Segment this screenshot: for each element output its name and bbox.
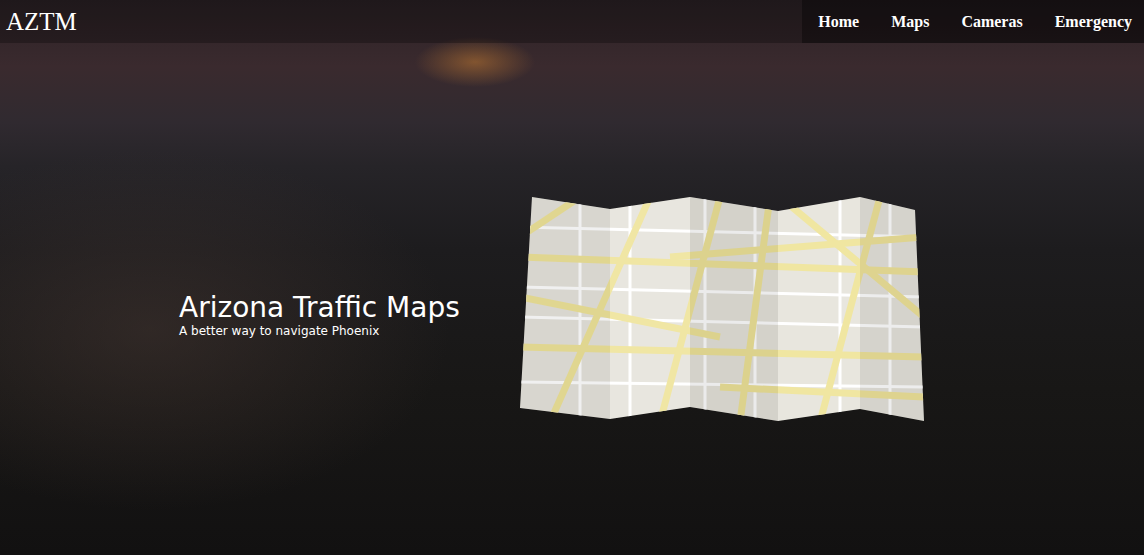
nav-menu: Home Maps Cameras Emergency (802, 0, 1144, 43)
canyon-photo-background: AZTM Home Maps Cameras Emergency Arizona Traf… (0, 0, 1144, 555)
folded-map-icon (520, 197, 924, 422)
nav-link[interactable]: Cameras (961, 13, 1022, 31)
hero-section: Arizona Traffic MapsA better way to navi… (0, 43, 1144, 555)
logo[interactable]: AZTM (0, 0, 83, 43)
nav-link[interactable]: Home (818, 13, 859, 31)
top-bar: AZTM Home Maps Cameras Emergency (0, 0, 1144, 43)
nav-link[interactable]: Emergency (1055, 13, 1132, 31)
nav-link[interactable]: Maps (891, 13, 929, 31)
hero-title: Arizona Traffic Maps (179, 292, 460, 324)
hero-subtitle: A better way to navigate Phoenix (179, 324, 460, 340)
hero-text: Arizona Traffic MapsA better way to navi… (179, 278, 460, 340)
